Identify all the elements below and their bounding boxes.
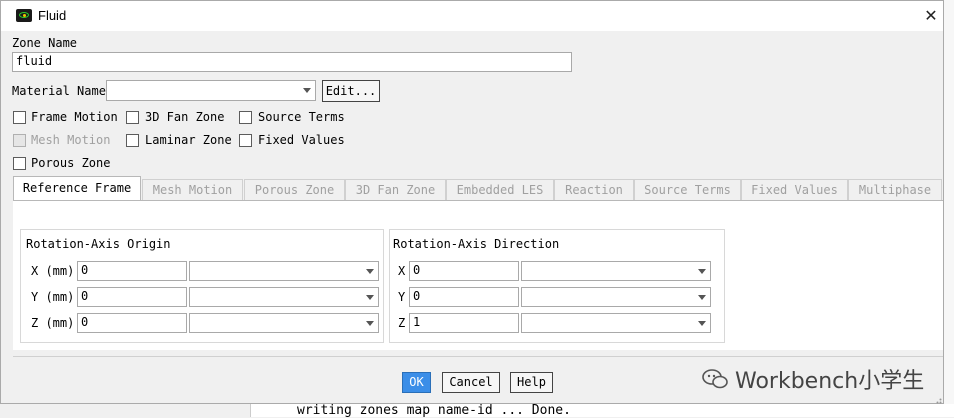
tab-reaction[interactable]: Reaction	[554, 179, 634, 200]
origin-z-label: Z (mm)	[31, 316, 75, 330]
chevron-down-icon	[299, 81, 315, 100]
wechat-icon	[702, 369, 728, 389]
mesh-motion-checkbox[interactable]	[13, 134, 26, 147]
origin-x-method-select[interactable]: constant	[189, 261, 379, 281]
frame-motion-checkbox[interactable]	[13, 111, 26, 124]
rotation-axis-direction-title: Rotation-Axis Direction	[393, 237, 560, 251]
laminar-zone-checkbox[interactable]	[126, 134, 139, 147]
source-terms-label: Source Terms	[258, 110, 345, 124]
chevron-down-icon	[362, 314, 378, 332]
direction-z-label: Z	[398, 316, 406, 330]
fluent-app-icon	[16, 9, 32, 22]
resize-grip-icon[interactable]	[933, 395, 942, 404]
console-line: writing zones map name-id ... Done.	[297, 403, 571, 418]
close-icon[interactable]: ✕	[919, 5, 943, 27]
tab-porous-zone[interactable]: Porous Zone	[244, 179, 345, 200]
fan-zone-3d-checkbox[interactable]	[126, 111, 139, 124]
zone-tabs: Reference Frame Mesh Motion Porous Zone …	[13, 176, 943, 201]
tab-source-terms[interactable]: Source Terms	[634, 179, 741, 200]
direction-x-label: X	[398, 264, 406, 278]
chevron-down-icon	[694, 288, 710, 306]
origin-y-method-select[interactable]: constant	[189, 287, 379, 307]
mesh-motion-label: Mesh Motion	[31, 133, 111, 147]
material-name-label: Material Name	[12, 84, 106, 98]
chevron-down-icon	[362, 288, 378, 306]
source-terms-checkbox[interactable]	[239, 111, 252, 124]
origin-z-method-select[interactable]: constant	[189, 313, 379, 333]
dialog-title: Fluid	[38, 8, 67, 23]
direction-y-label: Y	[398, 290, 406, 304]
material-edit-button[interactable]: Edit...	[322, 80, 380, 102]
tab-embedded-les[interactable]: Embedded LES	[446, 179, 554, 200]
direction-x-input[interactable]: 0	[409, 261, 519, 281]
origin-x-label: X (mm)	[31, 264, 75, 278]
direction-z-method-select[interactable]: constant	[521, 313, 711, 333]
material-select[interactable]: water-liquid	[106, 80, 316, 101]
chevron-down-icon	[694, 314, 710, 332]
direction-z-input[interactable]: 1	[409, 313, 519, 333]
help-button[interactable]: Help	[510, 372, 553, 393]
direction-y-input[interactable]: 0	[409, 287, 519, 307]
origin-y-input[interactable]: 0	[77, 287, 187, 307]
direction-y-method-select[interactable]: constant	[521, 287, 711, 307]
fixed-values-checkbox[interactable]	[239, 134, 252, 147]
background-scrollbar[interactable]	[944, 0, 954, 404]
rotation-axis-origin-title: Rotation-Axis Origin	[26, 237, 171, 251]
watermark-text: Workbench小学生	[735, 369, 925, 394]
origin-z-input[interactable]: 0	[77, 313, 187, 333]
porous-zone-checkbox[interactable]	[13, 157, 26, 170]
tab-multiphase[interactable]: Multiphase	[848, 179, 942, 200]
tab-fixed-values[interactable]: Fixed Values	[741, 179, 848, 200]
frame-motion-label: Frame Motion	[31, 110, 118, 124]
origin-y-label: Y (mm)	[31, 290, 75, 304]
chevron-down-icon	[362, 262, 378, 280]
tab-mesh-motion[interactable]: Mesh Motion	[142, 179, 243, 200]
zone-name-label: Zone Name	[12, 36, 78, 50]
fluid-dialog: Fluid ✕ Zone Name fluid Material Name wa…	[0, 0, 944, 404]
tab-3d-fan-zone[interactable]: 3D Fan Zone	[345, 179, 446, 200]
fixed-values-label: Fixed Values	[258, 133, 345, 147]
tab-reference-frame[interactable]: Reference Frame	[13, 176, 141, 201]
chevron-down-icon	[694, 262, 710, 280]
fan-zone-3d-label: 3D Fan Zone	[145, 110, 225, 124]
cancel-button[interactable]: Cancel	[442, 372, 500, 393]
direction-x-method-select[interactable]: constant	[521, 261, 711, 281]
zone-name-input[interactable]: fluid	[12, 52, 572, 72]
porous-zone-label: Porous Zone	[31, 156, 111, 170]
origin-x-input[interactable]: 0	[77, 261, 187, 281]
watermark: Workbench小学生	[701, 363, 924, 395]
button-separator	[13, 356, 943, 357]
title-bar[interactable]: Fluid ✕	[1, 1, 943, 31]
ok-button[interactable]: OK	[402, 372, 431, 393]
laminar-zone-label: Laminar Zone	[145, 133, 232, 147]
